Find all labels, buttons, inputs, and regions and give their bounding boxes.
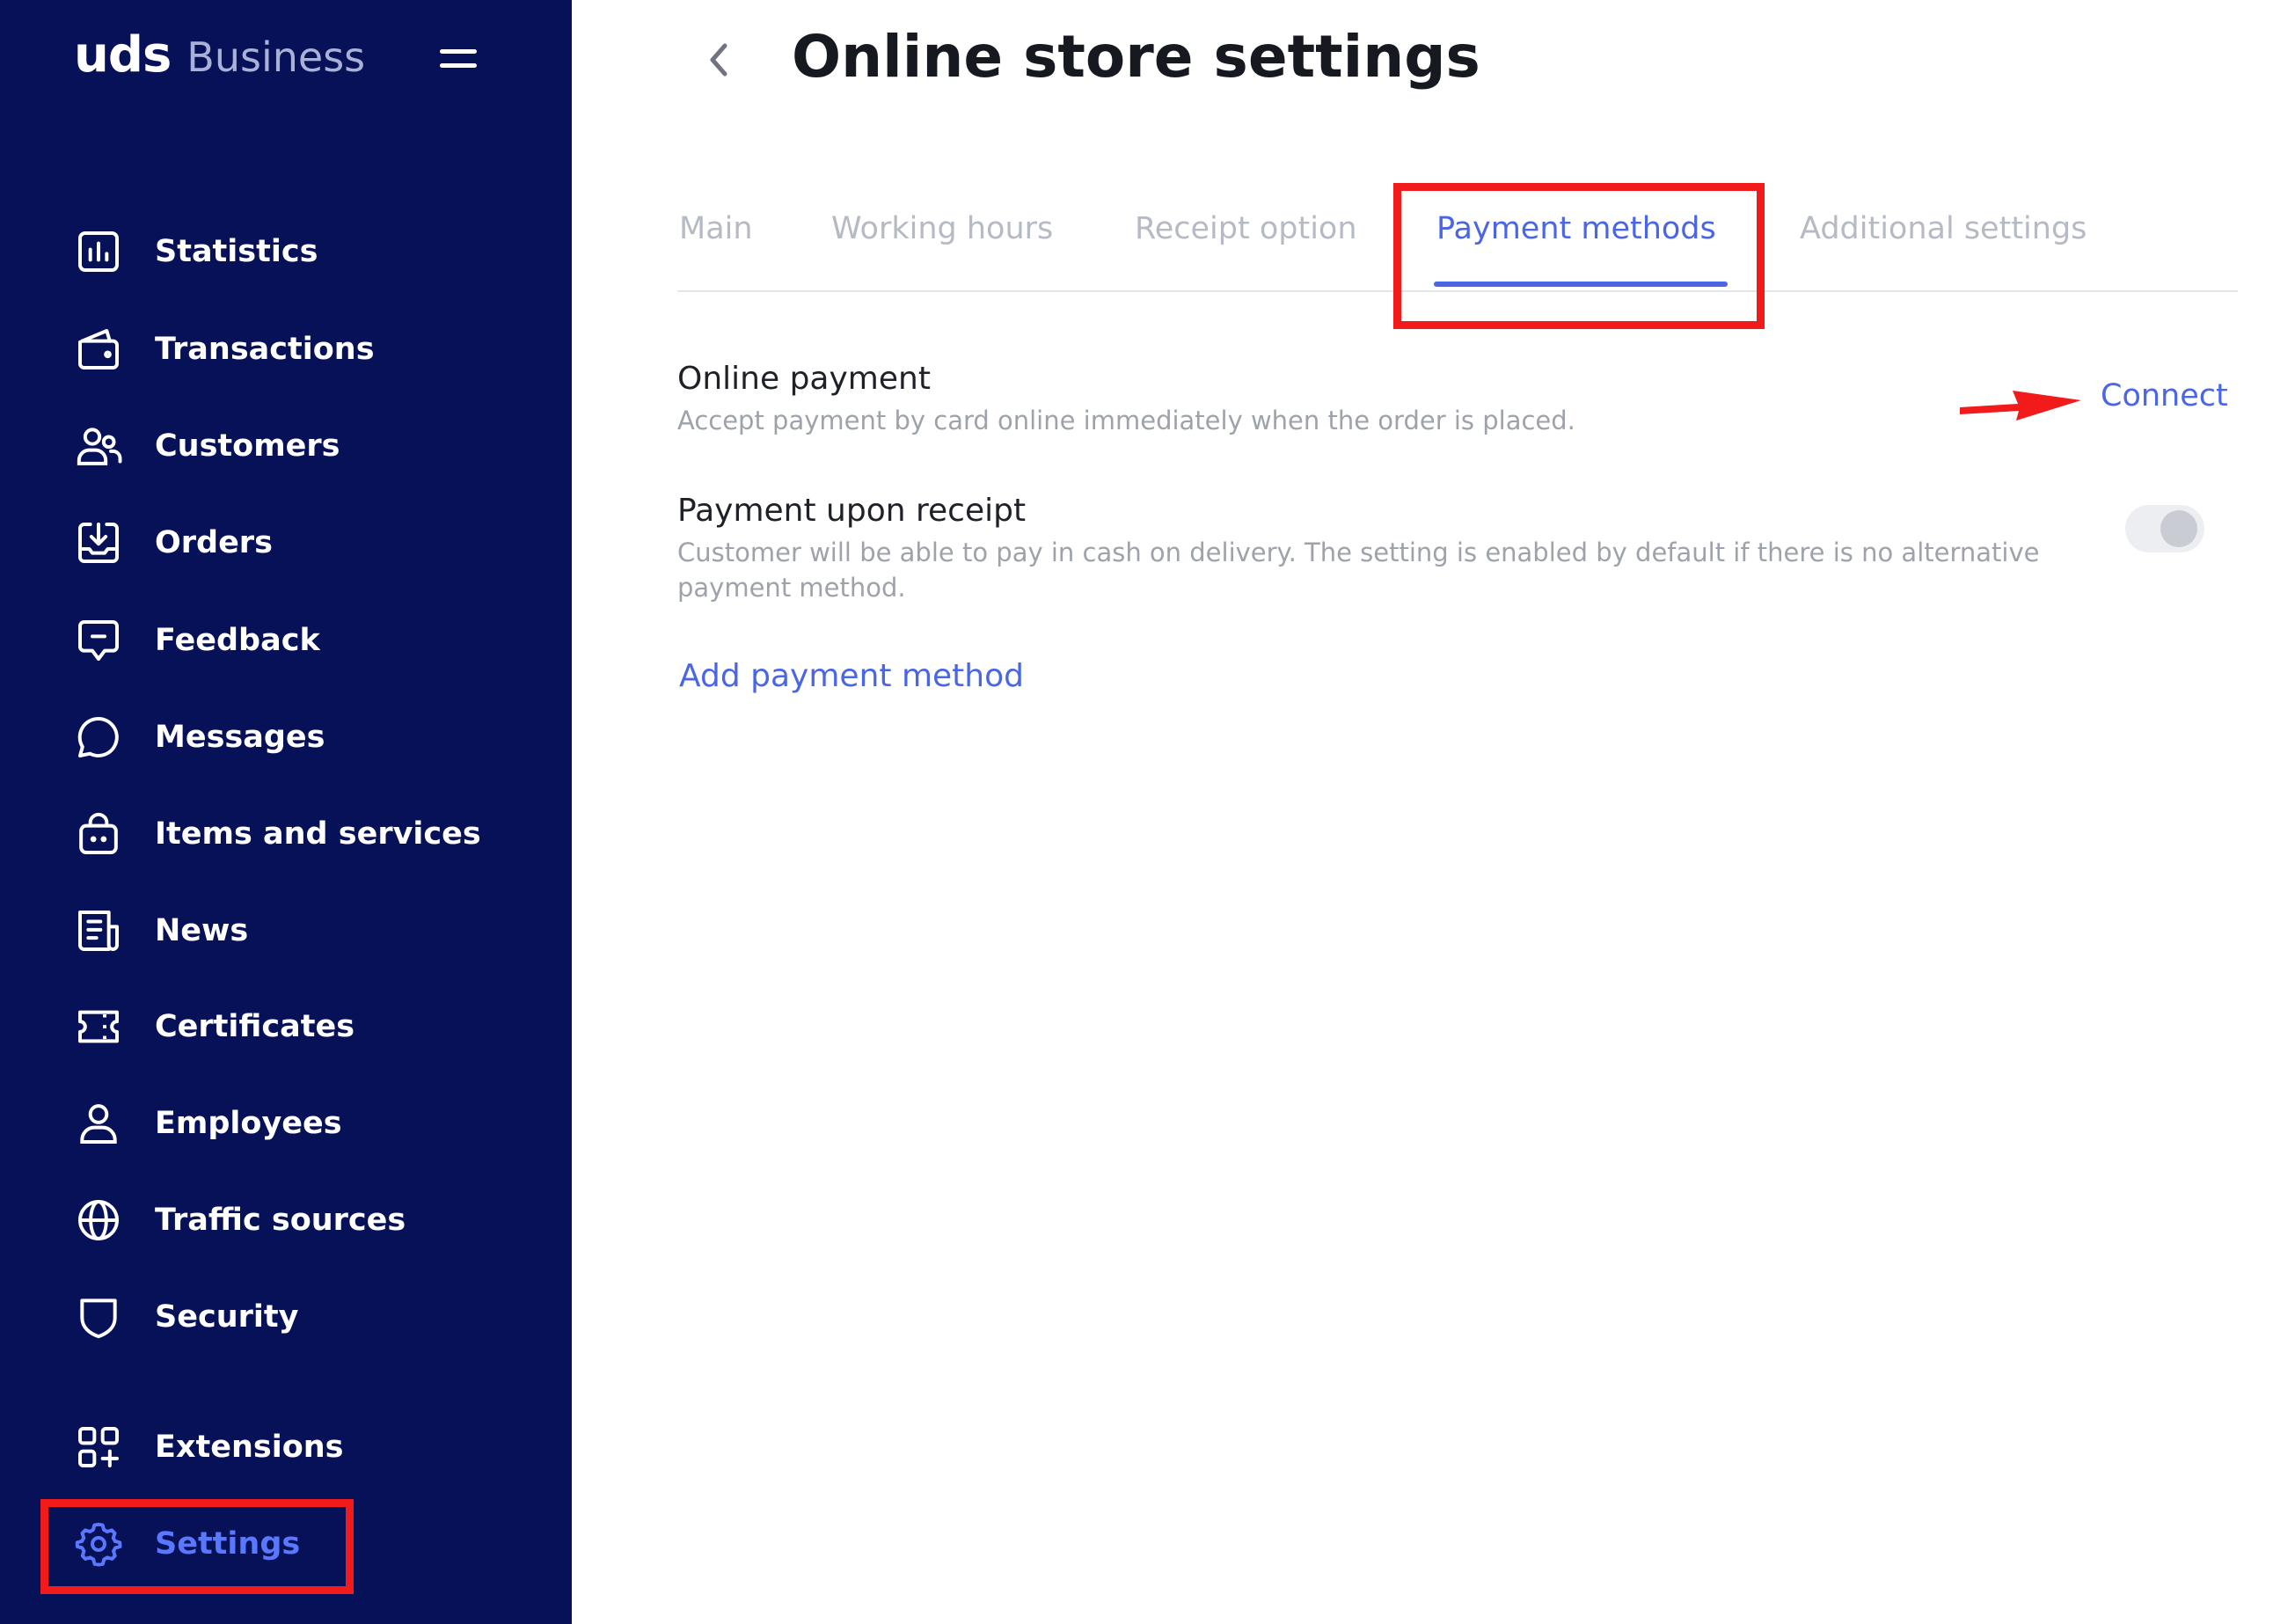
sidebar-item-items-and-services[interactable]: Items and services [74, 808, 481, 860]
sidebar-item-statistics[interactable]: Statistics [74, 225, 318, 278]
sidebar-item-feedback[interactable]: Feedback [74, 614, 320, 667]
statistics-icon [78, 231, 119, 272]
online-payment-description: Accept payment by card online immediatel… [677, 406, 1575, 435]
logo-business-text: Business [186, 33, 366, 81]
sidebar-item-customers[interactable]: Customers [74, 420, 340, 472]
globe-icon [78, 1200, 119, 1240]
shopping-bag-icon [79, 812, 118, 854]
sidebar-item-security[interactable]: Security [74, 1291, 298, 1343]
sidebar-item-label: Transactions [155, 332, 375, 367]
sidebar-item-label: Statistics [155, 234, 318, 269]
sidebar-item-label: Security [155, 1299, 299, 1335]
sidebar-item-label: Certificates [155, 1009, 355, 1044]
inbox-download-icon [78, 523, 119, 563]
sidebar-item-news[interactable]: News [74, 904, 248, 957]
sidebar-item-label: Customers [155, 428, 340, 464]
chat-bubble-icon [77, 717, 119, 757]
person-icon [80, 1104, 117, 1144]
sidebar-item-messages[interactable]: Messages [74, 711, 325, 764]
payment-upon-receipt-toggle[interactable] [2125, 505, 2204, 552]
tab-main[interactable]: Main [679, 211, 753, 246]
sidebar-item-transactions[interactable]: Transactions [74, 323, 375, 376]
page-title: Online store settings [792, 23, 1480, 91]
wallet-icon [78, 329, 119, 369]
newspaper-icon [78, 911, 119, 951]
back-chevron-icon[interactable] [700, 33, 735, 86]
logo-uds-text: uds [74, 26, 172, 84]
payment-upon-receipt-title: Payment upon receipt [677, 493, 1027, 529]
toggle-knob [2160, 510, 2197, 547]
ticket-icon [78, 1010, 119, 1043]
sidebar-item-label: News [155, 913, 249, 948]
app-logo[interactable]: uds Business [74, 26, 365, 84]
settings-highlight-box [40, 1499, 354, 1594]
sidebar-item-label: Traffic sources [155, 1203, 406, 1238]
sidebar-item-traffic-sources[interactable]: Traffic sources [74, 1194, 406, 1247]
sidebar-item-certificates[interactable]: Certificates [74, 1000, 354, 1053]
add-payment-method-link[interactable]: Add payment method [679, 658, 1024, 694]
tab-receipt-option[interactable]: Receipt option [1135, 211, 1357, 246]
tab-working-hours[interactable]: Working hours [831, 211, 1053, 246]
payment-upon-receipt-description: Customer will be able to pay in cash on … [677, 538, 2040, 603]
sidebar-item-label: Employees [155, 1106, 342, 1141]
sidebar-item-employees[interactable]: Employees [74, 1097, 342, 1150]
sidebar-item-label: Items and services [155, 816, 481, 852]
online-payment-title: Online payment [677, 361, 931, 397]
feedback-message-icon [78, 620, 119, 661]
users-icon [77, 428, 122, 465]
tab-highlight-box [1393, 183, 1765, 329]
sidebar-item-orders[interactable]: Orders [74, 516, 273, 569]
tab-additional-settings[interactable]: Additional settings [1800, 211, 2087, 246]
red-arrow-icon [1960, 391, 2081, 421]
connect-link[interactable]: Connect [2101, 378, 2228, 413]
shield-icon [80, 1298, 117, 1339]
sidebar-item-label: Orders [155, 525, 273, 560]
sidebar-item-label: Messages [155, 720, 325, 755]
sidebar-item-label: Feedback [155, 623, 320, 658]
sidebar-item-label: Extensions [155, 1430, 344, 1465]
sidebar-item-extensions[interactable]: Extensions [74, 1421, 344, 1474]
sidebar: uds Business Statistics Transactions Cust… [0, 0, 572, 1624]
menu-toggle-icon[interactable] [440, 49, 477, 72]
extensions-grid-icon [78, 1427, 119, 1467]
